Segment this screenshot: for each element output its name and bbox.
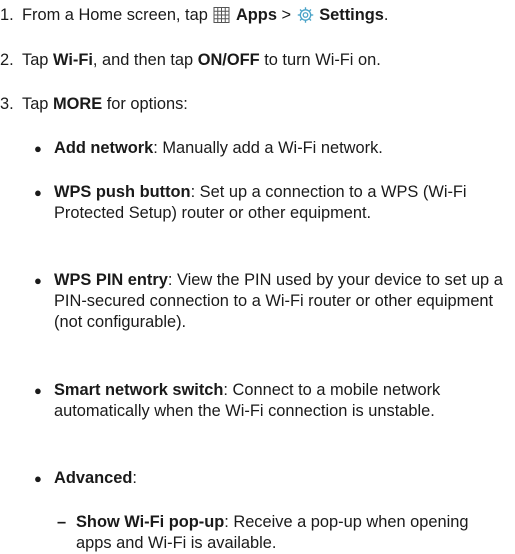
bullet-icon: ● bbox=[34, 273, 42, 288]
wifi-label: Wi-Fi bbox=[53, 51, 93, 69]
more-label: MORE bbox=[53, 95, 103, 113]
bullet-icon: ● bbox=[34, 185, 42, 200]
step-number: 2. bbox=[0, 51, 14, 69]
bullet-icon: ● bbox=[34, 471, 42, 486]
settings-gear-icon bbox=[297, 7, 313, 23]
instructions-document: 1. From a Home screen, tap Apps > Settin… bbox=[0, 0, 515, 552]
option-text: WPS PIN entry: View the PIN used by your… bbox=[54, 271, 503, 331]
apps-grid-icon bbox=[213, 7, 230, 23]
step-number: 3. bbox=[0, 95, 14, 113]
option-text: Smart network switch: Connect to a mobil… bbox=[54, 381, 441, 420]
step-1: 1. From a Home screen, tap Apps > Settin… bbox=[0, 5, 515, 27]
step-text: From a Home screen, tap Apps > Settings. bbox=[22, 6, 389, 24]
dash-bullet-icon: – bbox=[57, 513, 67, 531]
step-text: Tap Wi-Fi, and then tap ON/OFF to turn W… bbox=[22, 51, 381, 69]
option-text: WPS push button: Set up a connection to … bbox=[54, 183, 467, 222]
bullet-icon: ● bbox=[34, 141, 42, 156]
option-text: Add network: Manually add a Wi-Fi networ… bbox=[54, 139, 383, 157]
step-3: 3. Tap MORE for options: bbox=[0, 94, 515, 116]
bullet-icon: ● bbox=[34, 383, 42, 398]
option-text: Show Wi-Fi pop-up: Receive a pop-up when… bbox=[76, 513, 469, 552]
step-2: 2. Tap Wi-Fi, and then tap ON/OFF to tur… bbox=[0, 50, 515, 72]
step-number: 1. bbox=[0, 6, 14, 24]
apps-label: Apps bbox=[235, 6, 277, 24]
settings-label: Settings bbox=[319, 6, 384, 24]
step-text: Tap MORE for options: bbox=[22, 95, 188, 113]
onoff-label: ON/OFF bbox=[197, 51, 260, 69]
option-text: Advanced: bbox=[54, 469, 137, 487]
